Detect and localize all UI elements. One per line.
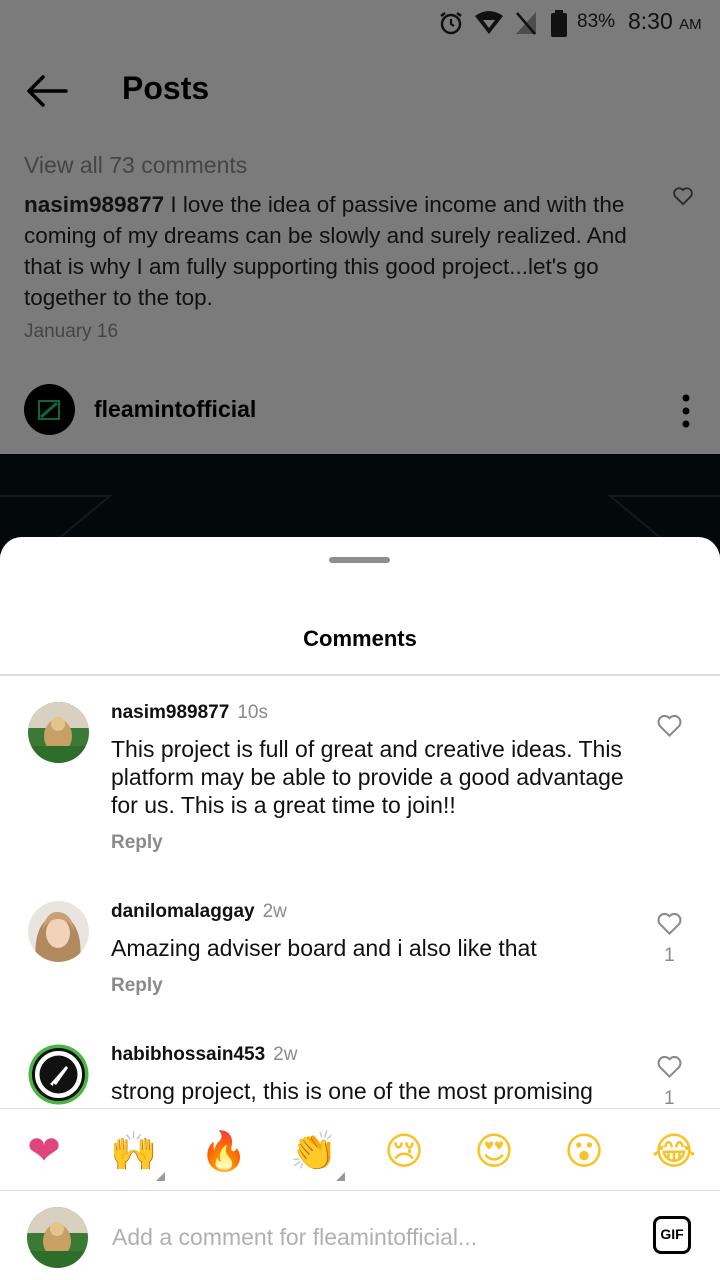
avatar[interactable] xyxy=(28,1044,89,1105)
crying-emoji[interactable]: 😢 xyxy=(380,1127,428,1175)
comment-time: 2w xyxy=(262,901,287,922)
drag-handle[interactable] xyxy=(329,557,390,563)
comment-text: Amazing adviser board and i also like th… xyxy=(111,935,537,961)
comment-header: danilomalaggay 2w xyxy=(111,901,287,923)
like-count: 1 xyxy=(664,945,675,966)
avatar-image xyxy=(28,901,89,962)
raised-hands-emoji[interactable]: 🙌 xyxy=(110,1127,158,1175)
avatar-image xyxy=(27,1207,88,1268)
gif-button[interactable]: GIF xyxy=(653,1216,691,1254)
emoji-reaction-bar: ❤ 🙌 🔥 👏 😢 😍 😮 😂 xyxy=(0,1108,720,1191)
fire-emoji[interactable]: 🔥 xyxy=(200,1127,248,1175)
comment-text: strong project, this is one of the most … xyxy=(111,1078,593,1104)
comment-header: habibhossain453 2w xyxy=(111,1044,297,1066)
comment-header: nasim989877 10s xyxy=(111,702,268,724)
reply-button[interactable]: Reply xyxy=(111,832,163,854)
comment-time: 10s xyxy=(237,702,268,723)
comment-username[interactable]: habibhossain453 xyxy=(111,1044,265,1065)
heart-outline-icon[interactable] xyxy=(656,911,683,936)
reply-button[interactable]: Reply xyxy=(111,975,163,997)
comment-username[interactable]: danilomalaggay xyxy=(111,901,255,922)
surprised-emoji[interactable]: 😮 xyxy=(560,1127,608,1175)
heart-emoji[interactable]: ❤ xyxy=(20,1127,68,1175)
emoji-variants-indicator xyxy=(156,1172,165,1181)
clapping-emoji[interactable]: 👏 xyxy=(290,1127,338,1175)
like-count: 1 xyxy=(664,1088,675,1108)
sheet-title: Comments xyxy=(303,626,417,651)
comment-input[interactable] xyxy=(112,1220,632,1254)
heart-outline-icon[interactable] xyxy=(656,1054,683,1079)
heart-outline-icon[interactable] xyxy=(656,713,683,738)
comment-time: 2w xyxy=(273,1044,298,1065)
divider xyxy=(0,674,720,676)
avatar[interactable] xyxy=(28,702,89,763)
current-user-avatar xyxy=(27,1207,88,1268)
comment-composer: GIF xyxy=(0,1192,720,1280)
comment-text: This project is full of great and creati… xyxy=(111,736,624,818)
heart-eyes-emoji[interactable]: 😍 xyxy=(470,1127,518,1175)
avatar[interactable] xyxy=(28,901,89,962)
laughing-emoji[interactable]: 😂 xyxy=(650,1127,698,1175)
avatar-image xyxy=(28,702,89,763)
avatar-image xyxy=(28,1044,89,1105)
emoji-variants-indicator xyxy=(336,1172,345,1181)
comment-username[interactable]: nasim989877 xyxy=(111,702,229,723)
